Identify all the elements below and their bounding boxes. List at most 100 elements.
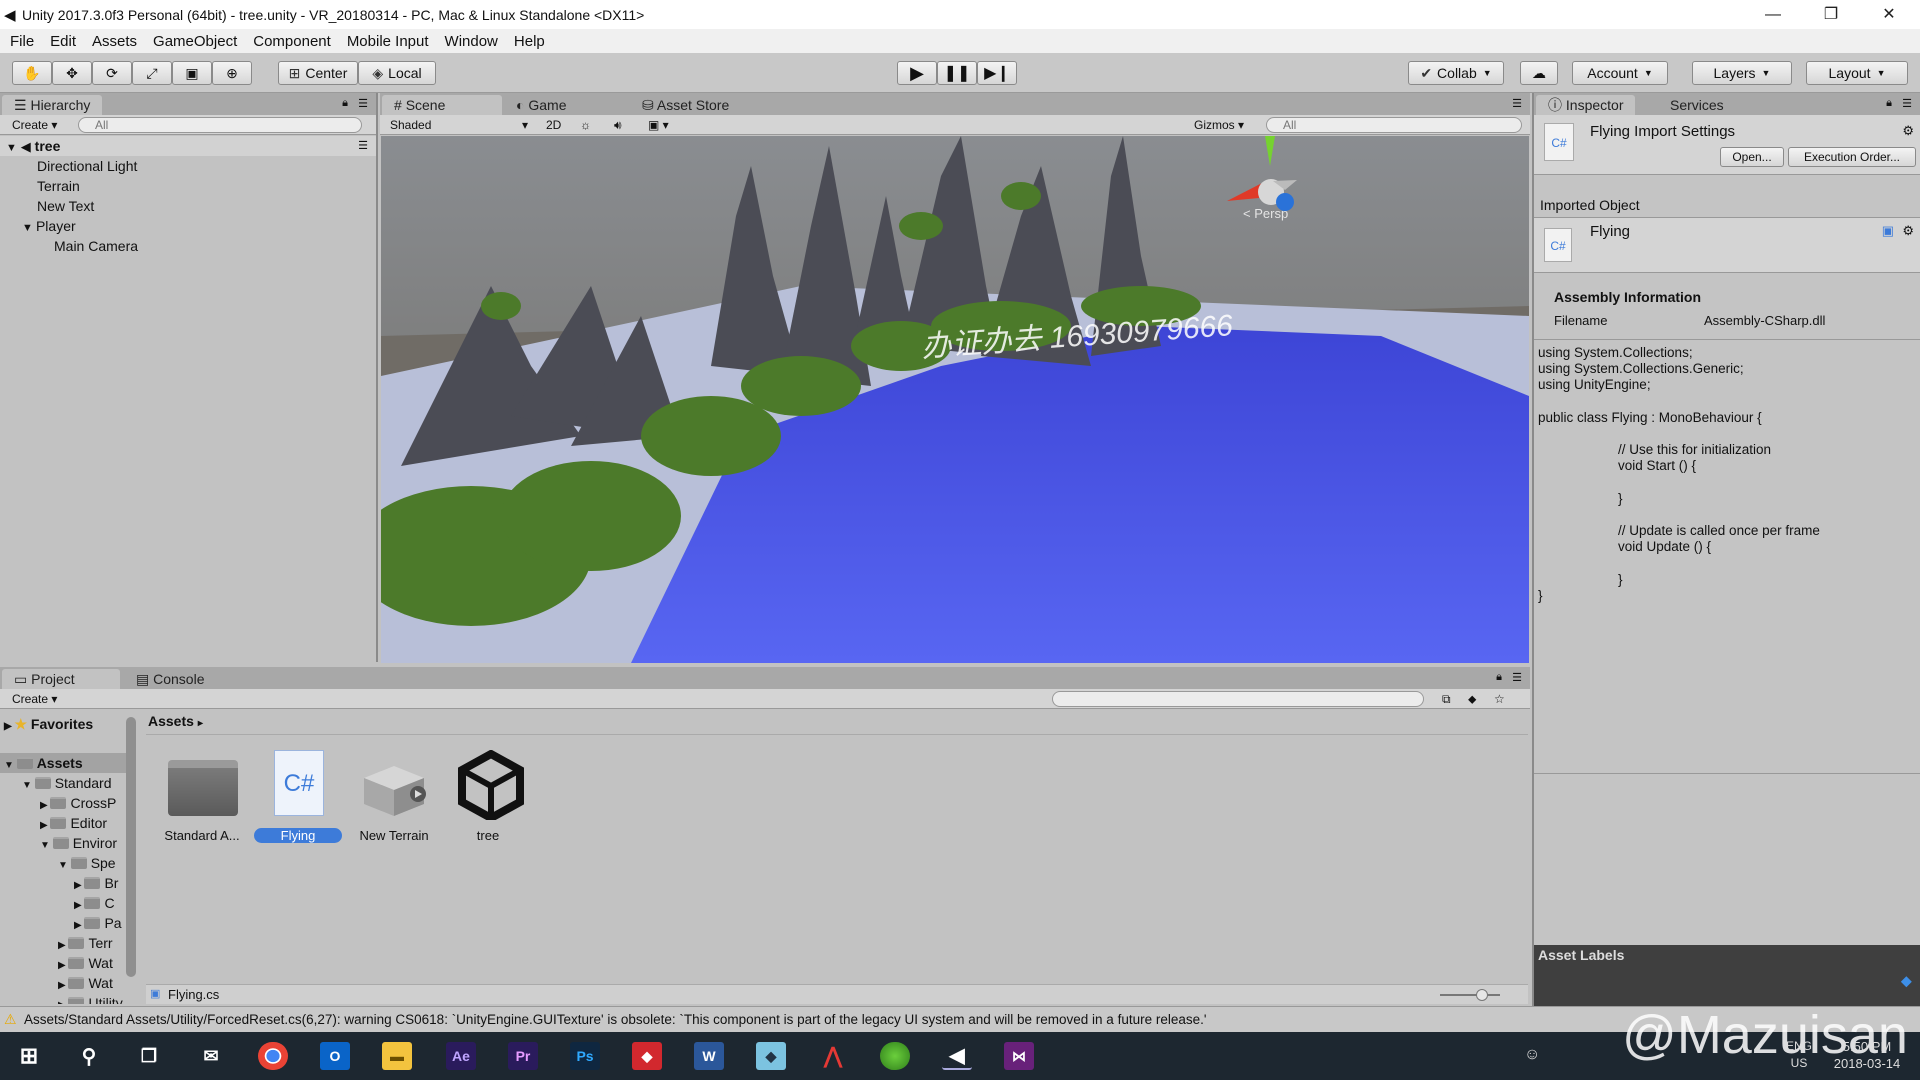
- people-icon[interactable]: ☺: [1524, 1046, 1540, 1064]
- rotate-tool-button[interactable]: ⟳: [92, 61, 132, 85]
- menu-gameobject[interactable]: GameObject: [145, 33, 245, 50]
- windows-start-icon[interactable]: ⊞: [14, 1042, 44, 1070]
- project-tree-scrollbar[interactable]: [126, 717, 136, 977]
- close-icon[interactable]: ✕: [1860, 0, 1918, 29]
- outlook-icon[interactable]: O: [320, 1042, 350, 1070]
- tree-item[interactable]: ▶ Pa: [74, 913, 122, 933]
- menu-edit[interactable]: Edit: [42, 33, 84, 50]
- asset-item-scene[interactable]: tree: [442, 748, 534, 848]
- premiere-icon[interactable]: Pr: [508, 1042, 538, 1070]
- tree-item[interactable]: ▶ Utility: [58, 993, 123, 1004]
- slider-thumb[interactable]: [1476, 989, 1488, 1001]
- asset-item-terrain[interactable]: New Terrain: [348, 748, 440, 848]
- scale-tool-button[interactable]: ⤢: [132, 61, 172, 85]
- step-button[interactable]: ▶❙: [977, 61, 1017, 85]
- language-indicator[interactable]: ENG US: [1786, 1038, 1812, 1072]
- tree-item[interactable]: ▼ Enviror: [40, 833, 117, 853]
- hierarchy-item[interactable]: Directional Light: [37, 156, 137, 176]
- hierarchy-item-player[interactable]: ▼ Player: [22, 216, 76, 236]
- assets-breadcrumb[interactable]: Assets ▸: [148, 713, 203, 729]
- red-app-icon[interactable]: ◆: [632, 1042, 662, 1070]
- tab-inspector[interactable]: ⓘ Inspector: [1536, 95, 1636, 115]
- tab-hierarchy[interactable]: ☰ Hierarchy: [2, 95, 103, 115]
- filter-label-icon[interactable]: ⬥: [1462, 691, 1482, 707]
- hand-tool-button[interactable]: ✋: [12, 61, 52, 85]
- effects-dropdown-icon[interactable]: ▣ ▾: [642, 117, 675, 133]
- shading-dropdown[interactable]: Shaded ▾: [384, 117, 532, 133]
- help-book-icon[interactable]: ▣: [1882, 223, 1894, 239]
- tree-item[interactable]: ▶ Terr: [58, 933, 113, 953]
- star-icon[interactable]: ☆: [1488, 691, 1511, 707]
- execution-order-button[interactable]: Execution Order...: [1788, 147, 1916, 167]
- assets-root-row[interactable]: ▼ Assets: [0, 753, 130, 773]
- scene-menu-icon[interactable]: ☰: [358, 136, 368, 156]
- label-tag-icon[interactable]: ⬥: [1901, 973, 1912, 991]
- gizmos-dropdown[interactable]: Gizmos ▾: [1188, 117, 1250, 133]
- account-dropdown[interactable]: Account ▼: [1572, 61, 1668, 85]
- lock-icon[interactable]: 🔒︎: [1886, 97, 1892, 110]
- open-button[interactable]: Open...: [1720, 147, 1784, 167]
- minimize-icon[interactable]: —: [1744, 0, 1802, 29]
- persp-label[interactable]: < Persp: [1243, 206, 1288, 221]
- panel-menu-icon[interactable]: ☰: [358, 97, 368, 110]
- menu-component[interactable]: Component: [245, 33, 339, 50]
- tab-scene[interactable]: # Scene: [382, 95, 502, 115]
- favorites-row[interactable]: ▶ ★ Favorites: [4, 714, 93, 734]
- menu-help[interactable]: Help: [506, 33, 553, 50]
- asset-item-folder[interactable]: Standard A...: [156, 748, 248, 848]
- tree-item[interactable]: ▶ CrossP: [40, 793, 116, 813]
- audio-toggle-icon[interactable]: 🔊︎: [608, 117, 628, 133]
- scene-viewport[interactable]: < Persp 办证办去 16930979666: [381, 136, 1529, 663]
- search-icon[interactable]: ⚲: [74, 1042, 104, 1070]
- menu-assets[interactable]: Assets: [84, 33, 145, 50]
- tree-item[interactable]: ▶ Br: [74, 873, 118, 893]
- rect-tool-button[interactable]: ▣: [172, 61, 212, 85]
- tab-services[interactable]: Services: [1658, 95, 1736, 115]
- tab-project[interactable]: ▭ Project: [2, 669, 120, 689]
- menu-window[interactable]: Window: [437, 33, 506, 50]
- move-tool-button[interactable]: ✥: [52, 61, 92, 85]
- tree-item[interactable]: ▼ Spe: [58, 853, 116, 873]
- gear-icon[interactable]: ⚙: [1902, 223, 1914, 239]
- restore-icon[interactable]: ❐: [1802, 0, 1860, 29]
- chrome-icon[interactable]: [258, 1042, 288, 1070]
- file-explorer-icon[interactable]: ▬: [382, 1042, 412, 1070]
- icon-size-slider[interactable]: [1440, 989, 1500, 1001]
- lock-icon[interactable]: 🔒︎: [1496, 671, 1502, 684]
- pivot-center-button[interactable]: ⊞ Center: [278, 61, 358, 85]
- scene-search-input[interactable]: All: [1266, 117, 1522, 133]
- tab-game[interactable]: ◐ Game: [504, 95, 578, 115]
- tab-console[interactable]: ▤ Console: [124, 669, 217, 689]
- hierarchy-item[interactable]: New Text: [37, 196, 94, 216]
- project-search-input[interactable]: [1052, 691, 1424, 707]
- cube-app-icon[interactable]: ◆: [756, 1042, 786, 1070]
- space-local-button[interactable]: ◈ Local: [358, 61, 436, 85]
- scene-root-row[interactable]: ▼ ◀ tree ☰: [0, 136, 376, 156]
- tree-item[interactable]: ▶ Wat: [58, 973, 113, 993]
- cloud-button[interactable]: ☁: [1520, 61, 1558, 85]
- asset-item-script[interactable]: C# Flying: [252, 748, 344, 848]
- panel-menu-icon[interactable]: ☰: [1902, 97, 1912, 110]
- photoshop-icon[interactable]: Ps: [570, 1042, 600, 1070]
- mail-icon[interactable]: ✉: [196, 1042, 226, 1070]
- lighting-toggle-icon[interactable]: ☼: [574, 117, 597, 133]
- layout-dropdown[interactable]: Layout ▼: [1806, 61, 1908, 85]
- red-arrow-app-icon[interactable]: ⋀: [818, 1042, 848, 1070]
- menu-file[interactable]: File: [2, 33, 42, 50]
- layers-dropdown[interactable]: Layers ▼: [1692, 61, 1792, 85]
- filter-type-icon[interactable]: ⧉: [1436, 691, 1457, 707]
- tree-item[interactable]: ▼ Standard: [22, 773, 112, 793]
- toggle-2d-button[interactable]: 2D: [540, 117, 567, 133]
- hierarchy-item[interactable]: Main Camera: [54, 236, 138, 256]
- word-icon[interactable]: W: [694, 1042, 724, 1070]
- visual-studio-icon[interactable]: ⋈: [1004, 1042, 1034, 1070]
- menu-mobile-input[interactable]: Mobile Input: [339, 33, 437, 50]
- after-effects-icon[interactable]: Ae: [446, 1042, 476, 1070]
- gear-icon[interactable]: ⚙: [1902, 123, 1914, 139]
- hierarchy-item[interactable]: Terrain: [37, 176, 80, 196]
- tree-item[interactable]: ▶ C: [74, 893, 115, 913]
- panel-menu-icon[interactable]: ☰: [1512, 97, 1522, 110]
- globe-app-icon[interactable]: [880, 1042, 910, 1070]
- pause-button[interactable]: ❚❚: [937, 61, 977, 85]
- tab-asset-store[interactable]: ⛁ Asset Store: [630, 95, 741, 115]
